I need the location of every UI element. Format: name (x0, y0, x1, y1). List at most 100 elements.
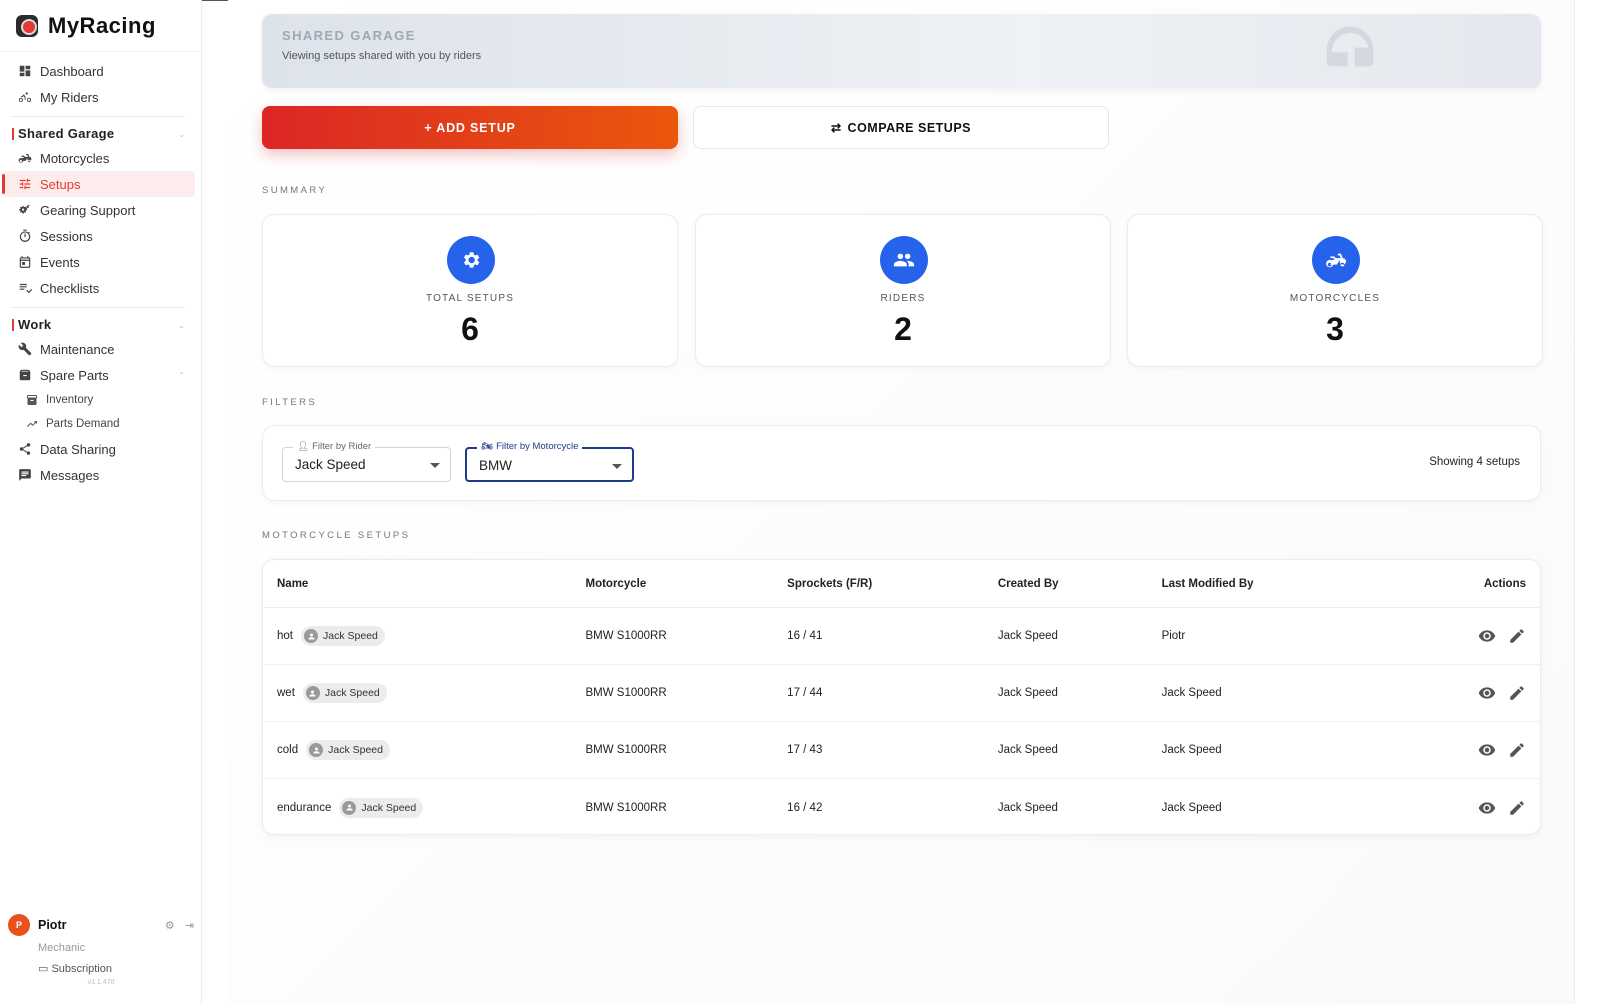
motorcycle-filter-select[interactable]: 🏍︎ Filter by Motorcycle BMW (465, 441, 634, 482)
section-title: Shared Garage (12, 127, 114, 140)
sidebar-item-gearing-support[interactable]: Gearing Support (4, 197, 195, 223)
view-icon[interactable] (1478, 799, 1496, 817)
motorcycle-icon: 🏍︎ (481, 441, 494, 452)
rider-chip: Jack Speed (301, 626, 385, 646)
sidebar-item-events[interactable]: Events (4, 249, 195, 275)
rider-filter-select[interactable]: 👤︎ Filter by Rider Jack Speed (282, 441, 451, 482)
bike-icon (18, 90, 32, 104)
message-icon (18, 468, 32, 482)
rider-chip-label: Jack Speed (328, 744, 383, 756)
sidebar-item-data-sharing[interactable]: Data Sharing (4, 436, 195, 462)
modified-by-cell: Jack Speed (1161, 801, 1222, 814)
setup-name: cold (277, 744, 299, 756)
sidebar-item-sessions[interactable]: Sessions (4, 223, 195, 249)
stat-value: 2 (894, 311, 912, 347)
sidebar-item-messages[interactable]: Messages (4, 462, 195, 488)
column-header-sprockets[interactable]: Sprockets (F/R) (787, 578, 998, 590)
motorcycle-icon (18, 151, 32, 165)
logout-icon[interactable]: ⇥ (185, 919, 194, 932)
share-icon (18, 442, 32, 456)
modified-by-cell: Jack Speed (1161, 687, 1222, 699)
sidebar-item-motorcycles[interactable]: Motorcycles (4, 145, 195, 171)
sidebar-item-my-riders[interactable]: My Riders (4, 84, 195, 110)
tune-icon (18, 177, 32, 191)
user-name: Piotr (38, 918, 67, 932)
avatar[interactable]: P (8, 914, 30, 936)
rider-chip-label: Jack Speed (324, 687, 380, 699)
sidebar-item-maintenance[interactable]: Maintenance (4, 336, 195, 362)
sidebar-item-label: Spare Parts (40, 367, 109, 383)
helmet-watermark-icon (1326, 26, 1374, 67)
stat-label: MOTORCYCLES (1289, 293, 1381, 304)
wrench-icon (18, 342, 32, 356)
subscription-link[interactable]: ▭ Subscription (8, 962, 194, 975)
section-shared-garage[interactable]: Shared Garage ⌄ (0, 123, 201, 145)
person-icon (309, 743, 324, 757)
compare-arrows-icon: ⇄ (830, 120, 842, 135)
table-row[interactable]: wet Jack Speed BMW S1000RR 17 / 44 Jack … (263, 665, 1540, 722)
edit-icon[interactable] (1508, 684, 1526, 702)
table-row[interactable]: endurance Jack Speed BMW S1000RR 16 / 42… (263, 779, 1540, 834)
column-header-actions: Actions (1483, 577, 1526, 590)
rider-chip-label: Jack Speed (323, 630, 378, 642)
chevron-down-icon[interactable]: ⌄ (178, 321, 185, 330)
table-header: Name Motorcycle Sprockets (F/R) Created … (263, 560, 1540, 608)
table-row[interactable]: hot Jack Speed BMW S1000RR 16 / 41 Jack … (263, 608, 1540, 665)
setups-heading: MOTORCYCLE SETUPS (262, 530, 411, 541)
edit-icon[interactable] (1508, 741, 1526, 759)
chevron-down-icon[interactable]: ⌄ (178, 130, 185, 139)
sidebar: MyRacing Dashboard My Riders Shared Gara… (0, 0, 202, 1004)
sprockets-cell: 17 / 43 (787, 744, 823, 756)
view-icon[interactable] (1478, 684, 1496, 702)
filters-panel: 👤︎ Filter by Rider Jack Speed 🏍︎ Filter by… (262, 425, 1541, 501)
rider-filter-label-wrap: 👤︎ Filter by Rider (293, 441, 376, 452)
column-header-created-by[interactable]: Created By (998, 578, 1162, 590)
stopwatch-icon (18, 229, 32, 243)
view-icon[interactable] (1478, 627, 1496, 645)
created-by-cell: Jack Speed (997, 744, 1058, 756)
chevron-up-icon[interactable]: ⌃ (178, 371, 185, 380)
sidebar-item-checklists[interactable]: Checklists (4, 275, 195, 301)
sidebar-item-label: My Riders (40, 89, 99, 105)
edit-icon[interactable] (1508, 627, 1526, 645)
compare-setups-button[interactable]: ⇄ COMPARE SETUPS (693, 106, 1109, 149)
sidebar-item-spare-parts[interactable]: Spare Parts ⌃ (4, 362, 195, 388)
brand[interactable]: MyRacing (0, 0, 201, 52)
setup-name: hot (277, 630, 293, 642)
app-name: MyRacing (48, 12, 156, 38)
motorcycle-cell: BMW S1000RR (585, 801, 667, 814)
scrollbar-track[interactable] (1574, 0, 1600, 1004)
rider-chip: Jack Speed (306, 740, 390, 760)
edit-icon[interactable] (1508, 799, 1526, 817)
page-banner: SHARED GARAGE Viewing setups shared with… (262, 14, 1541, 88)
sidebar-item-setups[interactable]: Setups (2, 171, 195, 197)
table-row[interactable]: cold Jack Speed BMW S1000RR 17 / 43 Jack… (263, 722, 1540, 779)
column-header-last-modified-by[interactable]: Last Modified By (1162, 578, 1411, 590)
rider-filter-value: Jack Speed (295, 457, 366, 472)
dashboard-icon (18, 64, 32, 78)
motorcycle-filter-label-wrap: 🏍︎ Filter by Motorcycle (477, 441, 583, 452)
column-header-motorcycle[interactable]: Motorcycle (586, 578, 788, 590)
motorcycle-icon (1312, 236, 1360, 284)
sidebar-subitem-inventory[interactable]: Inventory (0, 388, 201, 412)
rider-chip: Jack Speed (302, 683, 387, 703)
summary-heading: SUMMARY (262, 185, 328, 196)
setup-name: wet (277, 687, 295, 699)
calendar-icon (18, 255, 32, 269)
gear-icon[interactable]: ⚙ (165, 919, 175, 932)
sidebar-item-label: Gearing Support (40, 202, 136, 218)
trending-icon (26, 418, 38, 430)
sidebar-subitem-parts-demand[interactable]: Parts Demand (0, 412, 201, 436)
user-role: Mechanic (38, 942, 86, 954)
rider-chip-label: Jack Speed (361, 801, 417, 814)
column-header-name[interactable]: Name (263, 578, 586, 590)
rider-chip: Jack Speed (339, 797, 424, 818)
sidebar-item-label: Events (40, 254, 80, 270)
archive-icon (18, 368, 32, 382)
add-setup-button[interactable]: + ADD SETUP (262, 106, 678, 149)
view-icon[interactable] (1478, 741, 1496, 759)
setup-name: endurance (277, 801, 332, 814)
section-work[interactable]: Work ⌄ (0, 314, 201, 336)
stat-label: TOTAL SETUPS (425, 293, 515, 304)
sidebar-item-dashboard[interactable]: Dashboard (4, 58, 195, 84)
